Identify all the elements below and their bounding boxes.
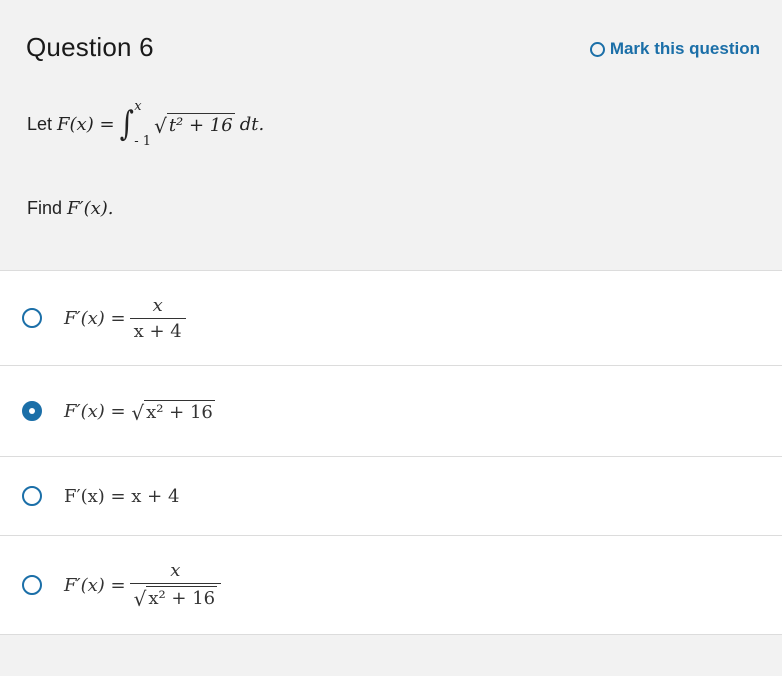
radio-button[interactable]: [22, 575, 42, 595]
find-expression: F′(x).: [67, 198, 114, 219]
integral-upper-limit: x: [134, 99, 142, 114]
integrand: √ t² + 16: [154, 112, 235, 138]
answer-option-2[interactable]: F′(x) = √ x² + 16: [0, 365, 782, 456]
option-1-lhs: F′(x) =: [64, 307, 126, 329]
radio-button-selected[interactable]: [22, 401, 42, 421]
function-name: F(x) =: [57, 113, 115, 135]
option-4-lhs: F′(x) =: [64, 574, 126, 596]
answer-options: F′(x) = x x + 4 F′(x) = √ x² + 16 F′(x) …: [0, 270, 782, 635]
question-header: Question 6 Mark this question Let F(x) =…: [0, 0, 782, 270]
question-title: Question 6: [26, 32, 154, 62]
find-prompt: Find F′(x).: [27, 198, 114, 219]
option-4-denominator: x² + 16: [146, 585, 218, 609]
mark-question-label: Mark this question: [609, 39, 760, 58]
find-prefix: Find: [27, 198, 63, 218]
radical-icon: √: [154, 113, 167, 138]
option-2-expression: F′(x) = √ x² + 16: [64, 399, 215, 425]
option-1-denominator: x + 4: [129, 317, 186, 342]
radio-button[interactable]: [22, 486, 42, 506]
question-prompt: Let F(x) = ∫ x - 1 √ t² + 16 dt.: [27, 96, 264, 152]
integral: ∫ x - 1: [118, 99, 152, 149]
radical-icon: √: [133, 586, 147, 611]
answer-option-4[interactable]: F′(x) = x √ x² + 16: [0, 535, 782, 635]
option-4-numerator: x: [170, 559, 181, 581]
prompt-prefix: Let: [27, 113, 53, 134]
option-3-expression: F′(x) = x + 4: [64, 486, 179, 507]
radio-button[interactable]: [22, 308, 42, 328]
option-1-numerator: x: [152, 294, 163, 316]
radical-icon: √: [131, 400, 145, 425]
mark-question-button[interactable]: Mark this question: [589, 39, 760, 59]
option-2-radicand: x² + 16: [144, 399, 215, 423]
option-2-lhs: F′(x) =: [64, 400, 126, 422]
integral-sign-icon: ∫: [119, 104, 134, 144]
integrand-text: t² + 16: [166, 112, 235, 136]
differential: dt.: [239, 113, 265, 135]
option-1-expression: F′(x) = x x + 4: [64, 295, 186, 342]
flag-circle-icon: [589, 41, 605, 57]
integral-lower-limit: - 1: [134, 134, 152, 149]
footer-space: [0, 635, 782, 676]
option-3-text: F′(x) = x + 4: [64, 485, 180, 507]
answer-option-1[interactable]: F′(x) = x x + 4: [0, 270, 782, 365]
option-4-expression: F′(x) = x √ x² + 16: [64, 559, 222, 611]
answer-option-3[interactable]: F′(x) = x + 4: [0, 456, 782, 535]
